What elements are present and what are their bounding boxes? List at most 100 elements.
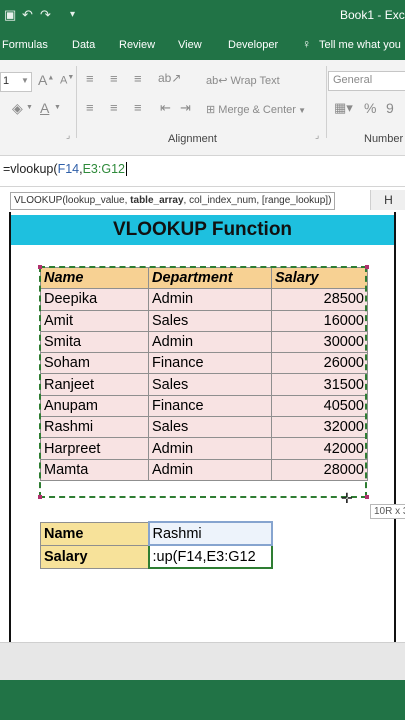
align-center-icon[interactable]: ≡ [110,100,118,115]
alignment-group-label: Alignment [168,133,217,145]
department-cell[interactable]: Sales [148,373,272,396]
department-cell[interactable]: Admin [148,437,272,460]
salary-cell[interactable]: 26000 [271,352,368,375]
table-row: Harpreet Admin 42000 [40,437,368,460]
salary-cell[interactable]: 42000 [271,437,368,460]
name-cell[interactable]: Smita [40,330,149,354]
header-name[interactable]: Name [40,266,149,290]
name-cell[interactable]: Deepika [40,288,149,311]
salary-cell[interactable]: 16000 [271,309,368,332]
salary-cell[interactable]: 28500 [271,288,368,311]
lookup-name-label[interactable]: Name [40,521,149,546]
salary-cell[interactable]: 32000 [271,416,368,439]
ribbon: 1 ▼ A▲ A▼ ◈ ▼ A ▼ ≡ ≡ ≡ ab↗ ≡ ≡ ≡ ⇤ ⇥ ab… [0,60,405,156]
department-cell[interactable]: Admin [148,330,272,354]
department-cell[interactable]: Admin [148,288,272,311]
increase-font-icon[interactable]: A▲ [38,72,54,88]
wrap-text-label: Wrap Text [230,75,280,87]
range-handle[interactable] [365,495,369,499]
merge-center-label: Merge & Center [218,104,296,116]
number-format-dropdown[interactable]: General [328,71,405,91]
department-cell[interactable]: Finance [148,352,272,375]
name-cell[interactable]: Mamta [40,458,149,481]
formula-ref-lookup: F14 [57,162,80,176]
align-bottom-icon[interactable]: ≡ [134,71,142,86]
fill-color-icon[interactable]: ◈ [12,100,23,117]
increase-indent-icon[interactable]: ⇥ [180,100,191,116]
lookup-salary-row: Salary :up(F14,E3:G12 [40,544,273,569]
merge-center-button[interactable]: ⊞ Merge & Center ▼ [206,103,306,116]
align-left-icon[interactable]: ≡ [86,100,94,115]
tell-me-search[interactable]: Tell me what you [319,39,401,51]
decrease-font-icon[interactable]: A▼ [60,74,74,87]
range-handle[interactable] [365,265,369,269]
dialog-launcher-icon[interactable]: ⌟ [315,130,319,141]
formula-bar[interactable]: =vlookup(F14,E3:G12 [0,156,405,187]
column-header-h[interactable]: H [370,190,405,210]
orientation-icon[interactable]: ab↗ [158,71,181,85]
chevron-down-icon[interactable]: ▼ [26,104,33,111]
name-cell[interactable]: Soham [40,352,149,375]
range-handle[interactable] [38,265,42,269]
tab-view[interactable]: View [178,39,202,51]
department-cell[interactable]: Sales [148,416,272,439]
range-handle[interactable] [38,495,42,499]
tab-developer[interactable]: Developer [228,39,278,51]
header-salary[interactable]: Salary [271,266,368,290]
selection-size-tooltip: 10R x 3 [370,504,405,519]
salary-cell[interactable]: 30000 [271,330,368,354]
font-size-dropdown[interactable]: 1 ▼ [0,72,32,92]
table-row: Smita Admin 30000 [40,330,368,354]
lookup-name-row: Name Rashmi [40,521,273,546]
sheet-tab-bar [0,642,405,681]
salary-cell[interactable]: 40500 [271,394,368,418]
ribbon-tabs: Formulas Data Review View Developer ♀ Te… [0,32,405,60]
name-cell[interactable]: Anupam [40,394,149,418]
wrap-text-icon: ab↩ [206,75,231,87]
lookup-table: Name Rashmi Salary :up(F14,E3:G12 [40,521,273,569]
align-top-icon[interactable]: ≡ [86,71,94,86]
name-cell[interactable]: Harpreet [40,437,149,460]
salary-formula-cell[interactable]: :up(F14,E3:G12 [147,544,273,569]
lookup-salary-label[interactable]: Salary [40,544,149,569]
window-title: Book1 - Exc [340,8,405,22]
name-cell[interactable]: Ranjeet [40,373,149,396]
table-row: Amit Sales 16000 [40,309,368,332]
salary-cell[interactable]: 31500 [271,373,368,396]
save-icon[interactable]: ▣ [4,7,16,23]
department-cell[interactable]: Sales [148,309,272,332]
chevron-down-icon: ▼ [21,76,29,85]
salary-cell[interactable]: 28000 [271,458,368,481]
status-bar [0,680,405,720]
redo-icon[interactable]: ↷ [40,7,51,23]
align-middle-icon[interactable]: ≡ [110,71,118,86]
tab-formulas[interactable]: Formulas [2,39,48,51]
department-cell[interactable]: Admin [148,458,272,481]
decrease-indent-icon[interactable]: ⇤ [160,100,171,116]
wrap-text-button[interactable]: ab↩ Wrap Text [206,74,280,87]
sheet-title-banner[interactable]: VLOOKUP Function [11,215,394,245]
department-cell[interactable]: Finance [148,394,272,418]
accounting-format-icon[interactable]: ▦▾ [334,100,353,116]
header-department[interactable]: Department [148,266,272,290]
formula-prefix: =vlookup( [3,162,58,176]
dialog-launcher-icon[interactable]: ⌟ [66,130,70,141]
lookup-name-cell[interactable]: Rashmi [147,521,273,546]
table-row: Rashmi Sales 32000 [40,416,368,439]
name-cell[interactable]: Rashmi [40,416,149,439]
tooltip-current-arg: table_array [130,195,184,206]
formula-ref-table: E3:G12 [82,162,125,176]
chevron-down-icon[interactable]: ▼ [54,104,61,111]
font-color-icon[interactable]: A [40,100,49,116]
undo-icon[interactable]: ↶ [22,7,33,23]
percent-style-button[interactable]: % [364,100,376,116]
sheet-right-border [394,212,396,642]
customize-quick-access-icon[interactable]: ▾ [70,9,75,20]
tab-data[interactable]: Data [72,39,95,51]
name-cell[interactable]: Amit [40,309,149,332]
align-right-icon[interactable]: ≡ [134,100,142,115]
comma-style-button[interactable]: 9 [386,100,394,116]
formula-text[interactable]: =vlookup(F14,E3:G12 [3,162,127,176]
move-cursor-icon: ✛ [341,490,353,506]
tab-review[interactable]: Review [119,39,155,51]
